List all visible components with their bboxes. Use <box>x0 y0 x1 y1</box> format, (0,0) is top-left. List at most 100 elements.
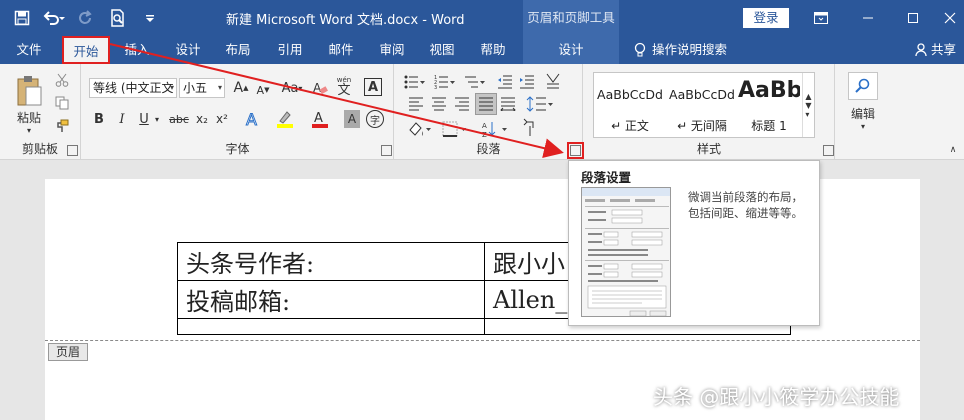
print-preview-icon[interactable] <box>106 6 130 30</box>
style-sample: AaBbCcDd <box>669 87 735 102</box>
paragraph-dialog-thumbnail <box>581 187 671 317</box>
format-painter-icon[interactable] <box>53 117 71 135</box>
table-cell[interactable]: 头条号作者: <box>177 242 485 281</box>
quick-access-toolbar <box>10 6 162 30</box>
paste-button[interactable]: 粘贴 ▾ <box>12 72 46 138</box>
tooltip-title: 段落设置 <box>581 170 632 185</box>
style-name: ↵ 正文 <box>611 119 649 133</box>
lightbulb-icon <box>634 42 646 57</box>
enclose-characters-button[interactable]: 字 <box>366 110 384 128</box>
editing-group: 编辑 ▾ <box>836 64 896 160</box>
title-bar: 新建 Microsoft Word 文档.docx - Word 页眉和页脚工具… <box>0 0 964 36</box>
chevron-down-icon[interactable]: ▾ <box>856 120 870 132</box>
share-button[interactable]: 共享 <box>915 36 956 64</box>
align-center-icon[interactable] <box>430 95 448 113</box>
style-normal[interactable]: AaBbCcDd ↵ 正文 <box>594 73 666 137</box>
bullets-icon[interactable] <box>403 72 427 92</box>
justify-icon[interactable] <box>475 93 497 115</box>
table-cell[interactable]: 投稿邮箱: <box>177 280 485 319</box>
grow-font-icon[interactable]: A ▲ <box>232 78 250 98</box>
character-shading-icon[interactable]: A <box>344 110 360 128</box>
character-border-button[interactable]: A <box>364 78 382 96</box>
tab-view[interactable]: 视图 <box>422 36 462 64</box>
save-icon[interactable] <box>10 6 34 30</box>
font-group: 等线 (中文正文 ▾ 小五 ▾ A ▲ A ▼ Aa ▾ A wén 文 A B I … <box>82 64 394 160</box>
borders-icon[interactable] <box>440 119 470 139</box>
decrease-indent-icon[interactable] <box>495 72 515 92</box>
search-icon[interactable] <box>848 72 878 100</box>
maximize-icon[interactable] <box>903 8 923 28</box>
tab-layout[interactable]: 布局 <box>218 36 258 64</box>
change-case-icon[interactable]: Aa ▾ <box>280 78 304 98</box>
font-color-icon[interactable]: A <box>310 108 330 130</box>
font-size-value: 小五 <box>183 81 208 95</box>
tab-home[interactable]: 开始 <box>62 36 110 64</box>
font-name-combo[interactable]: 等线 (中文正文 ▾ <box>89 78 177 98</box>
chevron-down-icon: ▾ <box>26 126 31 135</box>
subscript-button[interactable]: x₂ <box>193 109 211 129</box>
font-size-combo[interactable]: 小五 ▾ <box>179 78 225 98</box>
chevron-down-icon[interactable]: ▾ <box>152 109 162 129</box>
tab-insert[interactable]: 插入 <box>118 36 156 64</box>
italic-button[interactable]: I <box>114 109 130 129</box>
asian-layout-icon[interactable] <box>543 70 563 94</box>
tab-mailings[interactable]: 邮件 <box>321 36 361 64</box>
tab-review[interactable]: 审阅 <box>372 36 412 64</box>
paragraph-settings-launcher-icon[interactable] <box>567 142 584 159</box>
share-label: 共享 <box>931 42 957 57</box>
minimize-icon[interactable] <box>858 8 878 28</box>
tab-header-footer-design[interactable]: 设计 <box>523 36 619 64</box>
tab-design[interactable]: 设计 <box>168 36 208 64</box>
undo-icon[interactable] <box>42 6 66 30</box>
numbering-icon[interactable]: 123 <box>433 72 457 92</box>
styles-launcher-icon[interactable] <box>823 145 834 156</box>
tooltip-description: 微调当前段落的布局，包括间距、缩进等等。 <box>688 190 803 220</box>
context-tab-title: 页眉和页脚工具 <box>523 0 619 36</box>
svg-text:A: A <box>482 122 487 130</box>
paragraph-settings-tooltip: 段落设置 微调当前段落的布局，包括间距、缩进等等。 <box>568 160 820 326</box>
line-spacing-icon[interactable] <box>525 94 555 114</box>
align-left-icon[interactable] <box>407 95 425 113</box>
tab-file[interactable]: 文件 <box>8 36 50 64</box>
clipboard-group: 粘贴 ▾ 剪贴板 <box>0 64 81 160</box>
tab-references[interactable]: 引用 <box>270 36 310 64</box>
copy-icon[interactable] <box>53 94 71 112</box>
shading-icon[interactable] <box>405 119 435 139</box>
sort-icon[interactable]: AZ <box>481 119 511 139</box>
style-name: 标题 1 <box>751 119 787 133</box>
bold-button[interactable]: B <box>91 109 107 129</box>
multilevel-list-icon[interactable] <box>463 72 487 92</box>
style-heading-1[interactable]: AaBb 标题 1 <box>738 73 800 137</box>
tell-me-search[interactable]: 操作说明搜索 <box>634 36 727 64</box>
align-right-icon[interactable] <box>453 95 471 113</box>
collapse-ribbon-icon[interactable]: ∧ <box>947 144 959 156</box>
ribbon-display-icon[interactable] <box>811 8 831 28</box>
styles-gallery: AaBbCcDd ↵ 正文 AaBbCcDd ↵ 无间隔 AaBb 标题 1 ▲… <box>593 72 815 138</box>
styles-scroll[interactable]: ▲ ▼ ▾ <box>802 73 814 137</box>
svg-text:A: A <box>314 111 323 126</box>
highlight-color-icon[interactable] <box>275 108 295 130</box>
increase-indent-icon[interactable] <box>517 72 537 92</box>
shrink-font-icon[interactable]: A ▼ <box>254 80 272 100</box>
close-icon[interactable] <box>940 8 960 28</box>
strikethrough-button[interactable]: abc <box>168 109 190 129</box>
superscript-button[interactable]: x² <box>213 109 231 129</box>
tab-help[interactable]: 帮助 <box>473 36 513 64</box>
font-launcher-icon[interactable] <box>381 145 392 156</box>
person-icon <box>915 43 927 57</box>
distributed-icon[interactable] <box>499 95 517 113</box>
redo-icon[interactable] <box>74 6 98 30</box>
style-no-spacing[interactable]: AaBbCcDd ↵ 无间隔 <box>666 73 738 137</box>
clear-formatting-icon[interactable]: A <box>310 78 330 98</box>
svg-text:Z: Z <box>482 131 487 138</box>
text-effects-icon[interactable]: A <box>243 108 263 130</box>
clipboard-launcher-icon[interactable] <box>67 145 78 156</box>
table-cell[interactable] <box>177 318 485 335</box>
underline-button[interactable]: U <box>136 109 152 129</box>
cut-icon[interactable] <box>53 71 71 89</box>
ribbon-tabs: 文件 开始 插入 设计 布局 引用 邮件 审阅 视图 帮助 设计 操作说明搜索 … <box>0 36 964 64</box>
customize-qat-icon[interactable] <box>138 6 162 30</box>
show-hide-marks-icon[interactable] <box>517 117 539 139</box>
login-button[interactable]: 登录 <box>743 8 789 28</box>
phonetic-guide-button[interactable]: wén 文 <box>334 74 354 100</box>
